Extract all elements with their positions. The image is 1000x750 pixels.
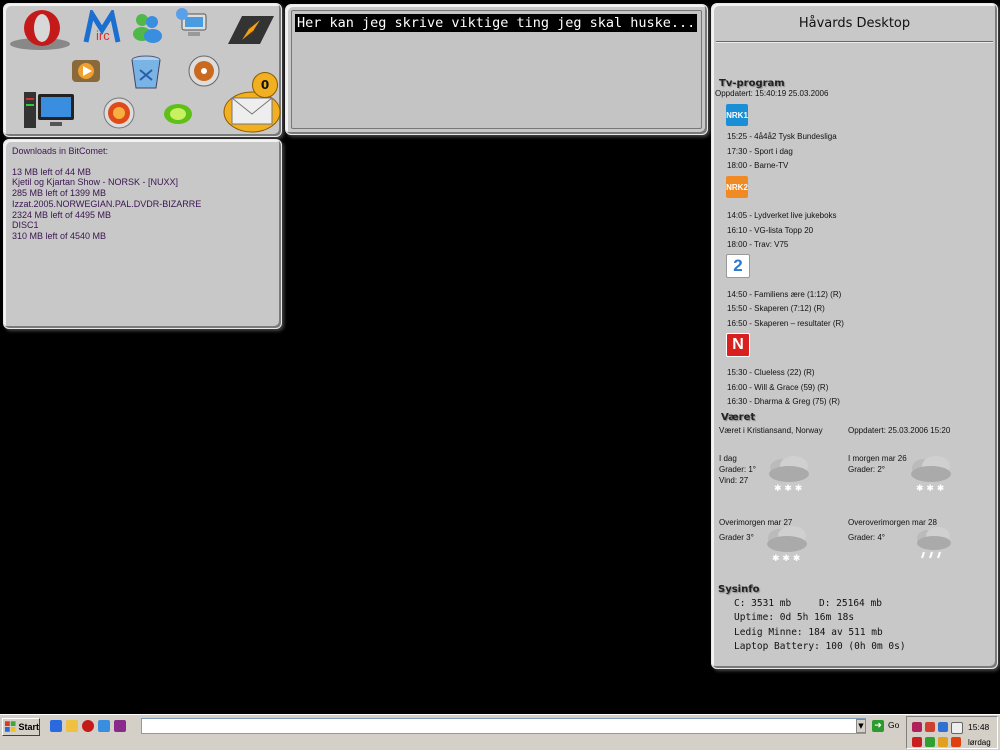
start-button[interactable]: Start — [2, 718, 40, 736]
download-line: Izzat.2005.NORWEGIAN.PAL.DVDR-BIZARRE — [12, 198, 202, 209]
tray-icon[interactable] — [951, 737, 961, 747]
tv-heading: Tv-program — [719, 78, 785, 89]
tray-icon[interactable] — [925, 722, 935, 732]
sysinfo-heading: Sysinfo — [718, 584, 760, 595]
go-arrow-icon[interactable]: ➜ — [872, 720, 884, 732]
drive-c: C: 3531 mb — [734, 598, 792, 609]
my-computer-icon[interactable] — [22, 88, 78, 132]
tray-icon[interactable] — [925, 737, 935, 747]
opera-quicklaunch-icon[interactable] — [82, 720, 94, 732]
mail-count-badge: 0 — [252, 72, 278, 98]
weather-degrees: Grader 3° — [719, 533, 754, 542]
tray-icon[interactable] — [938, 737, 948, 747]
tv-show: 16:10 - VG-lista Topp 20 — [727, 226, 814, 235]
tv-show: 15:25 - 4å4å2 Tysk Bundesliga — [727, 132, 837, 141]
app-quicklaunch-icon[interactable] — [114, 720, 126, 732]
notes-panel: Her kan jeg skrive viktige ting jeg skal… — [285, 4, 708, 135]
download-line: 2324 MB left of 4495 MB — [12, 209, 112, 220]
battery: Laptop Battery: 100 (0h 0m 0s) — [734, 641, 906, 652]
tv2-logo: 2 — [726, 254, 750, 278]
weather-day-title: I dag — [719, 454, 737, 463]
weather-updated: Oppdatert: 25.03.2006 15:20 — [848, 426, 951, 435]
weather-day-title: I morgen mar 26 — [848, 454, 907, 463]
free-memory: Ledig Minne: 184 av 511 mb — [734, 627, 883, 638]
address-bar-input[interactable] — [141, 718, 866, 734]
snow-cloud-icon: ✱ ✱ ✱ — [767, 526, 807, 564]
tv-updated: Oppdatert: 15:40:19 25.03.2006 — [715, 89, 829, 98]
weather-heading: Været — [721, 412, 756, 423]
tray-icon[interactable] — [912, 722, 922, 732]
tv-show: 18:00 - Trav: V75 — [727, 240, 789, 249]
drive-d: D: 25164 mb — [819, 598, 882, 609]
tv-show: 16:50 - Skaperen – resultater (R) — [727, 319, 844, 328]
outlook-icon[interactable] — [98, 720, 110, 732]
weather-wind: Vind: 27 — [719, 476, 749, 485]
clock-day: lørdag — [968, 738, 991, 747]
download-line: Kjetil og Kjartan Show - NORSK - [NUXX] — [12, 177, 179, 188]
downloads-header: Downloads in BitComet: — [12, 146, 109, 156]
title-divider — [716, 41, 993, 43]
tv-show: 16:00 - Will & Grace (59) (R) — [727, 383, 829, 392]
go-button[interactable]: Go — [888, 720, 899, 730]
mirc-icon[interactable]: irc — [82, 10, 122, 46]
desktop-info-panel: Håvards Desktop Tv-program Oppdatert: 15… — [711, 3, 998, 669]
uptime: Uptime: 0d 5h 16m 18s — [734, 612, 855, 623]
windows-logo-icon — [5, 721, 16, 732]
tv-show: 14:05 - Lydverket live jukeboks — [727, 211, 837, 220]
svg-text:irc: irc — [96, 28, 110, 43]
address-dropdown-button[interactable]: ▼ — [856, 719, 866, 733]
svg-text:✱ ✱ ✱: ✱ ✱ ✱ — [916, 484, 944, 494]
downloads-panel: Downloads in BitComet: 13 MB left of 44 … — [3, 139, 282, 329]
tv-show: 16:30 - Dharma & Greg (75) (R) — [727, 397, 840, 406]
media-player-icon[interactable] — [68, 56, 104, 86]
snow-cloud-icon: ✱ ✱ ✱ — [911, 456, 951, 494]
rain-cloud-icon — [917, 527, 951, 559]
download-line: 13 MB left of 44 MB — [12, 166, 92, 177]
notes-textarea[interactable]: Her kan jeg skrive viktige ting jeg skal… — [291, 10, 702, 129]
recycle-bin-icon[interactable] — [126, 52, 166, 92]
svg-text:✱ ✱ ✱: ✱ ✱ ✱ — [774, 484, 802, 494]
tvnorge-logo: N — [726, 333, 750, 357]
notes-text: Her kan jeg skrive viktige ting jeg skal… — [295, 14, 698, 32]
start-label: Start — [18, 722, 39, 732]
network-icon[interactable] — [172, 8, 214, 44]
svg-text:✱ ✱ ✱: ✱ ✱ ✱ — [772, 554, 800, 564]
taskbar: Start ▼ ➜ Go 15:48 lørdag — [0, 714, 1000, 750]
ie-icon[interactable] — [50, 720, 62, 732]
tv-show: 15:50 - Skaperen (7:12) (R) — [727, 304, 825, 313]
snow-cloud-icon: ✱ ✱ ✱ — [769, 456, 809, 494]
nrk2-logo: NRK2 — [726, 176, 748, 198]
tv-show: 18:00 - Barne-TV — [727, 161, 789, 170]
weather-degrees: Grader: 2° — [848, 465, 885, 474]
opera-icon[interactable] — [8, 8, 72, 52]
firefox-icon[interactable] — [100, 96, 138, 130]
icon-launcher-panel: irc 0 — [3, 3, 282, 137]
tv-show: 15:30 - Clueless (22) (R) — [727, 368, 815, 377]
volume-icon[interactable] — [951, 722, 963, 734]
tray-icon[interactable] — [938, 722, 948, 732]
weather-degrees: Grader: 4° — [848, 533, 885, 542]
tv-show: 17:30 - Sport i dag — [727, 147, 793, 156]
tray-icon[interactable] — [912, 737, 922, 747]
desktop-title: Håvards Desktop — [798, 16, 911, 31]
weather-location: Været i Kristiansand, Norway — [719, 426, 823, 435]
download-line: 310 MB left of 4540 MB — [12, 230, 107, 241]
limewire-icon[interactable] — [160, 100, 196, 128]
tv-show: 14:50 - Familiens ære (1:12) (R) — [727, 290, 842, 299]
messenger-icon[interactable] — [128, 10, 166, 44]
folder-icon[interactable] — [66, 720, 78, 732]
download-line: DISC1 — [12, 220, 39, 231]
winamp-icon[interactable] — [222, 10, 278, 50]
nrk1-logo: NRK1 — [726, 104, 748, 126]
download-line: 285 MB left of 1399 MB — [12, 188, 107, 199]
weather-degrees: Grader: 1° — [719, 465, 756, 474]
clock-time[interactable]: 15:48 — [968, 722, 989, 732]
